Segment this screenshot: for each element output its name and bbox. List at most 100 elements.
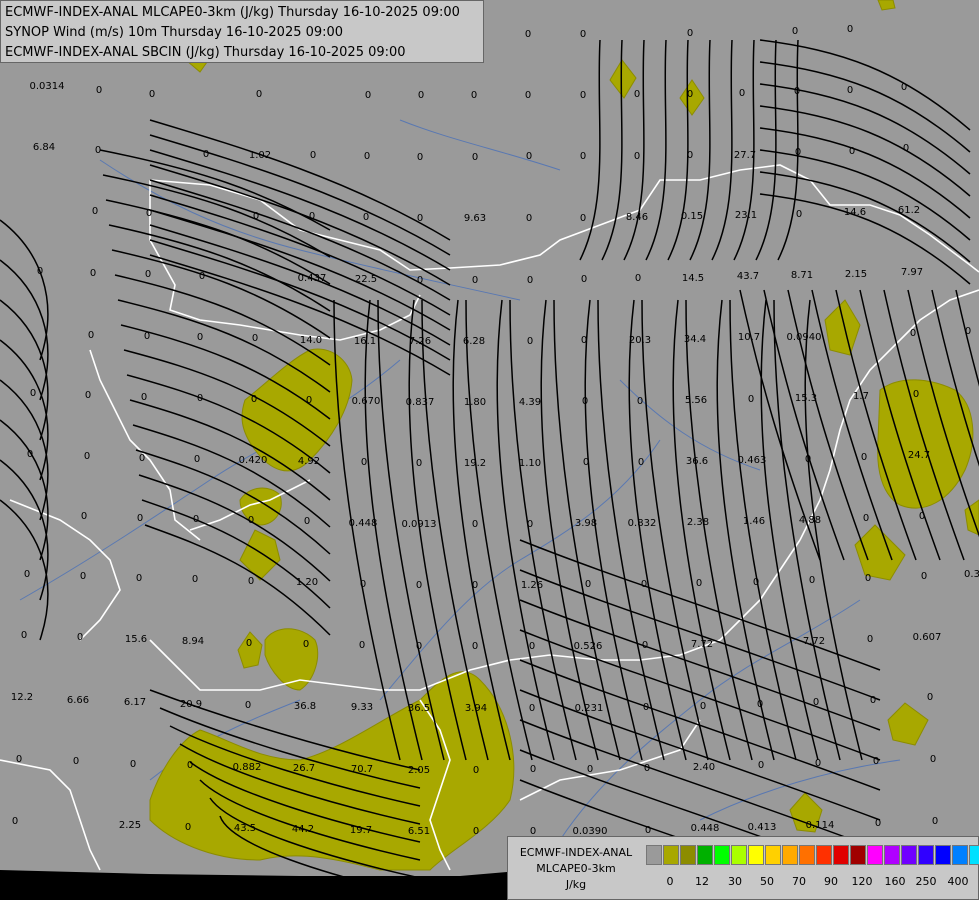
cape-value-label: 0.837 [406,397,435,408]
cape-value-label: 0 [256,89,262,100]
cape-value-label: 0.882 [233,762,262,773]
cape-value-label: 0 [361,457,367,468]
cape-value-label: 0 [77,632,83,643]
cape-value-label: 0 [187,760,193,771]
cape-value-label: 0 [203,149,209,160]
cape-value-label: 43.7 [737,271,759,282]
cape-value-label: 1.7 [853,391,869,402]
cape-value-label: 0 [580,90,586,101]
cape-value-label: 0 [529,641,535,652]
legend-label: 0 [666,875,674,888]
cape-value-label: 1.20 [296,577,318,588]
cape-value-label: 5.56 [685,395,707,406]
cape-value-label: 3.98 [575,518,597,529]
cape-value-label: 0.526 [574,641,603,652]
cape-value-label: 0 [965,326,971,337]
cape-value-label: 0 [932,816,938,827]
cape-value-label: 0 [865,573,871,584]
cape-value-label: 0 [85,390,91,401]
cape-value-label: 0 [130,759,136,770]
cape-value-label: 0 [863,513,869,524]
cape-value-label: 7.26 [409,336,431,347]
cape-value-label: 0 [416,458,422,469]
cape-value-label: 0 [901,82,907,93]
cape-value-label: 0.15 [681,211,703,222]
cape-value-label: 0 [795,147,801,158]
cape-value-label: 0 [847,85,853,96]
cape-value-label: 16.1 [354,336,376,347]
cape-value-label: 0 [815,758,821,769]
legend-swatch [867,845,883,865]
cape-value-label: 0 [757,699,763,710]
cape-value-label: 0 [930,754,936,765]
cape-value-label: 0 [252,333,258,344]
legend-label: 70 [792,875,806,888]
cape-value-label: 0 [141,392,147,403]
cape-value-label: 0 [30,388,36,399]
cape-value-label: 0 [847,24,853,35]
cape-value-label: 0 [526,213,532,224]
title-cape: ECMWF-INDEX-ANAL MLCAPE0-3km (J/kg) Thur… [5,5,460,20]
cape-value-label: 2.15 [845,269,867,280]
cape-value-label: 22.5 [355,274,377,285]
cape-value-label: 20.9 [180,699,202,710]
cape-value-label: 14.5 [682,273,704,284]
cape-value-label: 43.5 [234,823,256,834]
weather-map[interactable]: 0.0314 0 0 0 0 0 0 0 0 0 0 0 0 0 0 0 0 0 0 0 6.84 0 0 1.02 0 0 0 0 0… [0,0,979,900]
legend-label: 30 [728,875,742,888]
cape-value-label: 12.2 [11,692,33,703]
cape-value-label: 0 [90,268,96,279]
cape-value-label: 0 [581,274,587,285]
cape-value-label: 0.413 [748,822,777,833]
cape-value-label: 0 [194,454,200,465]
legend-swatch [884,845,900,865]
cape-value-label: 6.84 [33,142,55,153]
cape-value-label: 0 [582,396,588,407]
cape-value-label: 0 [913,389,919,400]
cape-value-label: 0 [37,266,43,277]
cape-value-label: 0 [80,571,86,582]
cape-value-label: 0 [580,213,586,224]
legend-swatch [646,845,662,865]
cape-value-label: 0 [580,29,586,40]
cape-value-label: 0 [304,516,310,527]
cape-value-label: 6.51 [408,826,430,837]
cape-value-label: 0 [149,89,155,100]
cape-value-label: 0 [309,211,315,222]
cape-value-label: 0 [197,332,203,343]
cape-value-label: 36.6 [686,456,708,467]
cape-value-label: 0 [644,763,650,774]
cape-value-label: 0 [24,569,30,580]
cape-value-label: 0 [472,152,478,163]
legend-swatch [833,845,849,865]
cape-value-label: 1.80 [464,397,486,408]
cape-value-label: 61.2 [898,205,920,216]
cape-value-label: 15.3 [795,393,817,404]
cape-value-label: 9.33 [351,702,373,713]
cape-value-label: 0 [303,639,309,650]
color-legend: ECMWF-INDEX-ANAL MLCAPE0-3km J/kg 0 12 30 5… [507,836,979,900]
cape-value-label: 0 [643,702,649,713]
cape-value-label: 0 [583,457,589,468]
cape-value-label: 3.94 [465,703,487,714]
legend-label: 400 [947,875,969,888]
cape-value-label: 0 [870,695,876,706]
cape-value-label: 0 [248,576,254,587]
cape-value-label: 0 [416,641,422,652]
cape-value-label: 0 [642,640,648,651]
cape-value-label: 0.231 [575,703,604,714]
cape-value-label: 1.10 [519,458,541,469]
cape-value-label: 0.448 [691,823,720,834]
legend-label: 50 [760,875,774,888]
legend-unit: J/kg [565,878,587,891]
cape-value-label: 0 [641,579,647,590]
cape-value-label: 0 [146,208,152,219]
legend-swatch [935,845,951,865]
cape-value-label: 8.71 [791,270,813,281]
cape-value-label: 0 [96,85,102,96]
cape-value-label: 0 [359,640,365,651]
legend-swatch [799,845,815,865]
cape-value-label: 2.25 [119,820,141,831]
cape-value-label: 0 [585,579,591,590]
cape-value-label: 0 [634,89,640,100]
